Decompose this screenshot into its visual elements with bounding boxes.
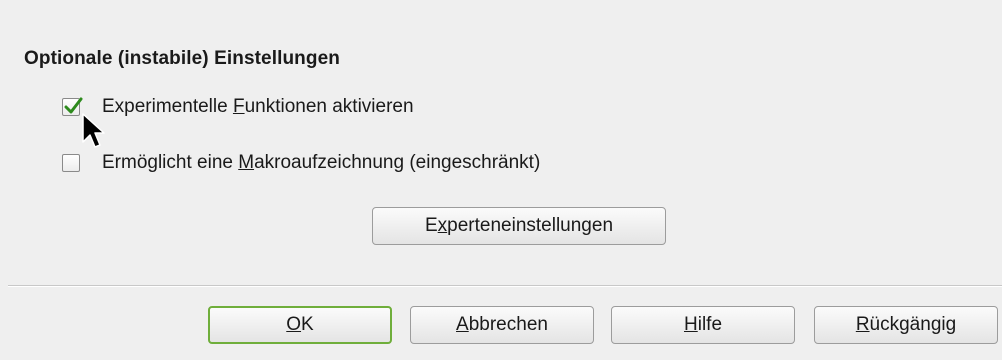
expert-configuration-button[interactable]: Ex perteneinstellungen [372, 207, 666, 245]
help-button[interactable]: Hilfe [611, 306, 795, 344]
options-dialog: Optionale (instabile) Einstellungen Expe… [0, 0, 1002, 360]
macro-recording-checkbox[interactable] [62, 154, 80, 172]
option-experimental-features[interactable]: Experimentelle Funktionen aktivieren [62, 96, 414, 118]
section-title: Optionale (instabile) Einstellungen [24, 48, 340, 69]
cancel-button[interactable]: Abbrechen [410, 306, 594, 344]
mouse-pointer-icon [82, 113, 105, 148]
experimental-features-label[interactable]: Experimentelle Funktionen aktivieren [102, 96, 414, 118]
experimental-features-checkbox[interactable] [62, 97, 83, 116]
option-macro-recording[interactable]: Ermöglicht eine Makroaufzeichnung (einge… [62, 152, 540, 174]
ok-button[interactable]: OK [208, 306, 392, 344]
reset-button[interactable]: Rückgängig [814, 306, 998, 344]
macro-recording-label[interactable]: Ermöglicht eine Makroaufzeichnung (einge… [102, 152, 540, 174]
divider [8, 285, 1002, 287]
